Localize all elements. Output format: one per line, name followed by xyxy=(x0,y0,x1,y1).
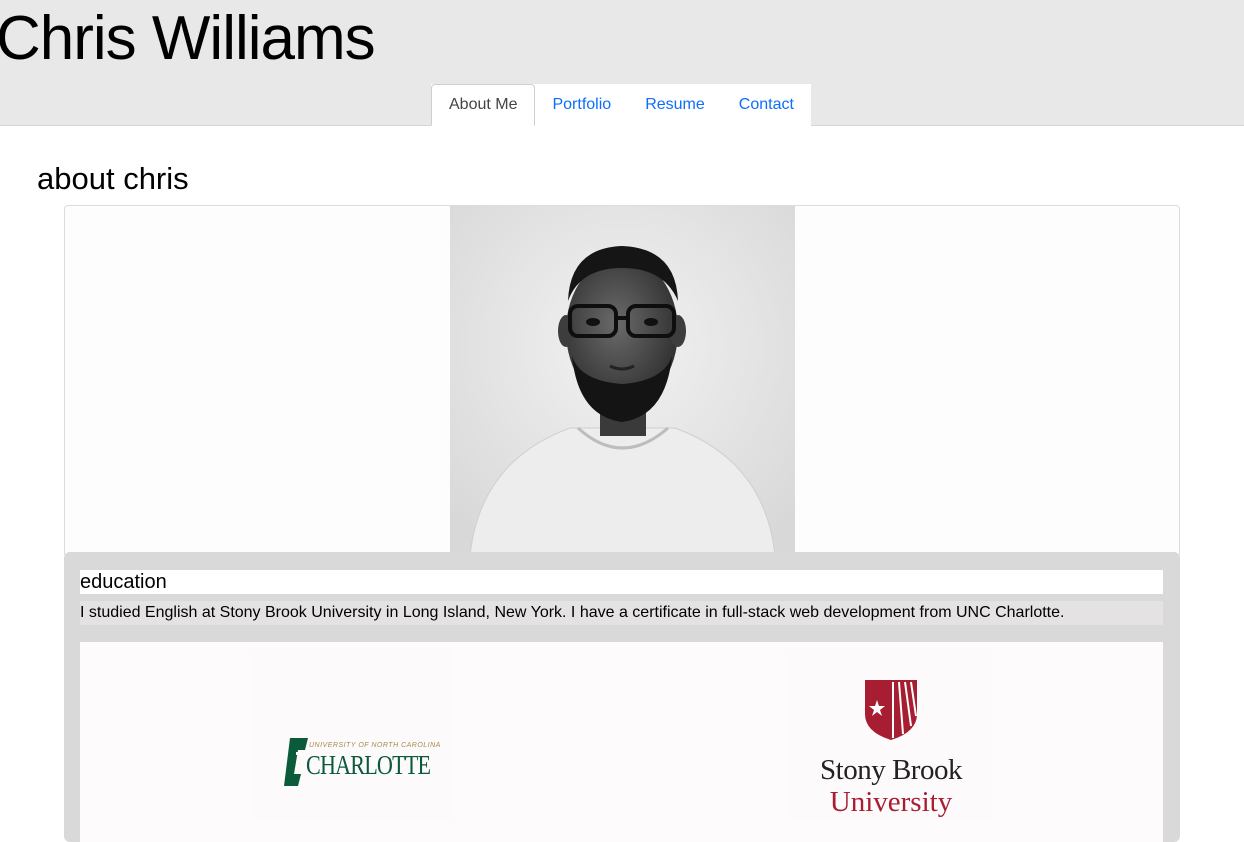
site-title: Chris Williams xyxy=(0,4,376,73)
profile-portrait xyxy=(450,206,795,555)
stony-brook-shield-icon xyxy=(865,680,917,740)
nav-tab-portfolio[interactable]: Portfolio xyxy=(535,84,628,126)
nav-tab-about-me[interactable]: About Me xyxy=(431,84,536,126)
portrait-illustration xyxy=(450,206,795,555)
main-nav: About Me Portfolio Resume Contact xyxy=(431,84,811,126)
education-text: I studied English at Stony Brook Univers… xyxy=(80,601,1163,625)
nav-tab-contact[interactable]: Contact xyxy=(722,84,811,126)
stony-brook-logo: Stony Brook University xyxy=(790,650,992,820)
unc-logo-small-text: UNIVERSITY OF NORTH CAROLINA xyxy=(309,742,441,749)
unc-charlotte-logo: UNIVERSITY OF NORTH CAROLINA CHARLOTTE xyxy=(254,650,452,820)
site-header: Chris Williams About Me Portfolio Resume… xyxy=(0,0,1244,126)
section-title: about chris xyxy=(37,161,189,196)
profile-photo-card xyxy=(64,205,1180,555)
school-logos: UNIVERSITY OF NORTH CAROLINA CHARLOTTE S… xyxy=(80,642,1163,842)
education-card: education I studied English at Stony Bro… xyxy=(64,552,1180,842)
stony-brook-logo-line1: Stony Brook xyxy=(820,754,962,786)
stony-brook-logo-line2: University xyxy=(829,786,953,818)
nav-tab-resume[interactable]: Resume xyxy=(628,84,722,126)
unc-logo-big-text: CHARLOTTE xyxy=(306,750,431,780)
education-heading: education xyxy=(80,570,1163,594)
